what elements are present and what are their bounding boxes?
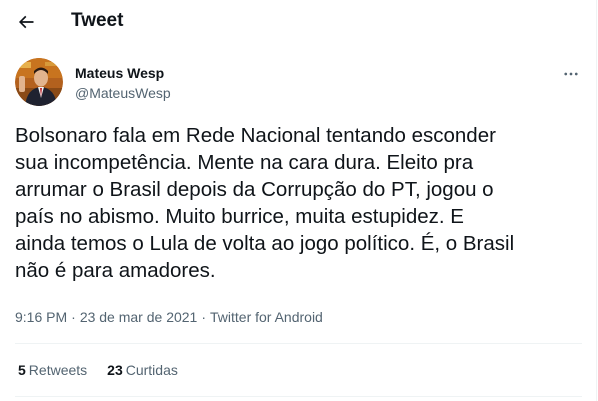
likes-label: Curtidas <box>125 362 178 378</box>
tweet-header: Tweet <box>0 0 597 44</box>
page-title: Tweet <box>71 10 124 31</box>
author-handle[interactable]: @MateusWesp <box>75 84 171 102</box>
tweet-text: Bolsonaro fala em Rede Nacional tentando… <box>15 124 515 282</box>
likes-stat[interactable]: 23 Curtidas <box>107 361 178 379</box>
meta-separator: · <box>201 309 207 325</box>
divider <box>15 343 582 344</box>
tweet-meta: 9:16 PM · 23 de mar de 2021 · Twitter for An… <box>15 308 323 326</box>
tweet-time-link[interactable]: 9:16 PM <box>15 309 67 325</box>
arrow-left-icon <box>18 15 34 29</box>
tweet-source-link[interactable]: Twitter for Android <box>210 309 323 325</box>
retweets-label: Retweets <box>28 362 88 378</box>
more-options-button[interactable] <box>555 60 587 88</box>
retweets-count: 5 <box>18 362 26 378</box>
retweets-stat[interactable]: 5 Retweets <box>18 361 87 379</box>
likes-count: 23 <box>107 362 123 378</box>
back-button[interactable] <box>8 4 44 40</box>
avatar-photo <box>15 58 63 106</box>
avatar[interactable] <box>15 58 63 106</box>
divider <box>15 396 582 397</box>
tweet-detail-panel: Tweet Mateus Wesp @MateusWesp Bolsonaro … <box>0 0 597 401</box>
author-name[interactable]: Mateus Wesp <box>75 64 164 82</box>
meta-separator: · <box>71 309 76 325</box>
more-horizontal-icon <box>564 72 578 76</box>
tweet-date-link[interactable]: 23 de mar de 2021 <box>80 309 198 325</box>
tweet-stats: 5 Retweets 23 Curtidas <box>18 361 178 379</box>
